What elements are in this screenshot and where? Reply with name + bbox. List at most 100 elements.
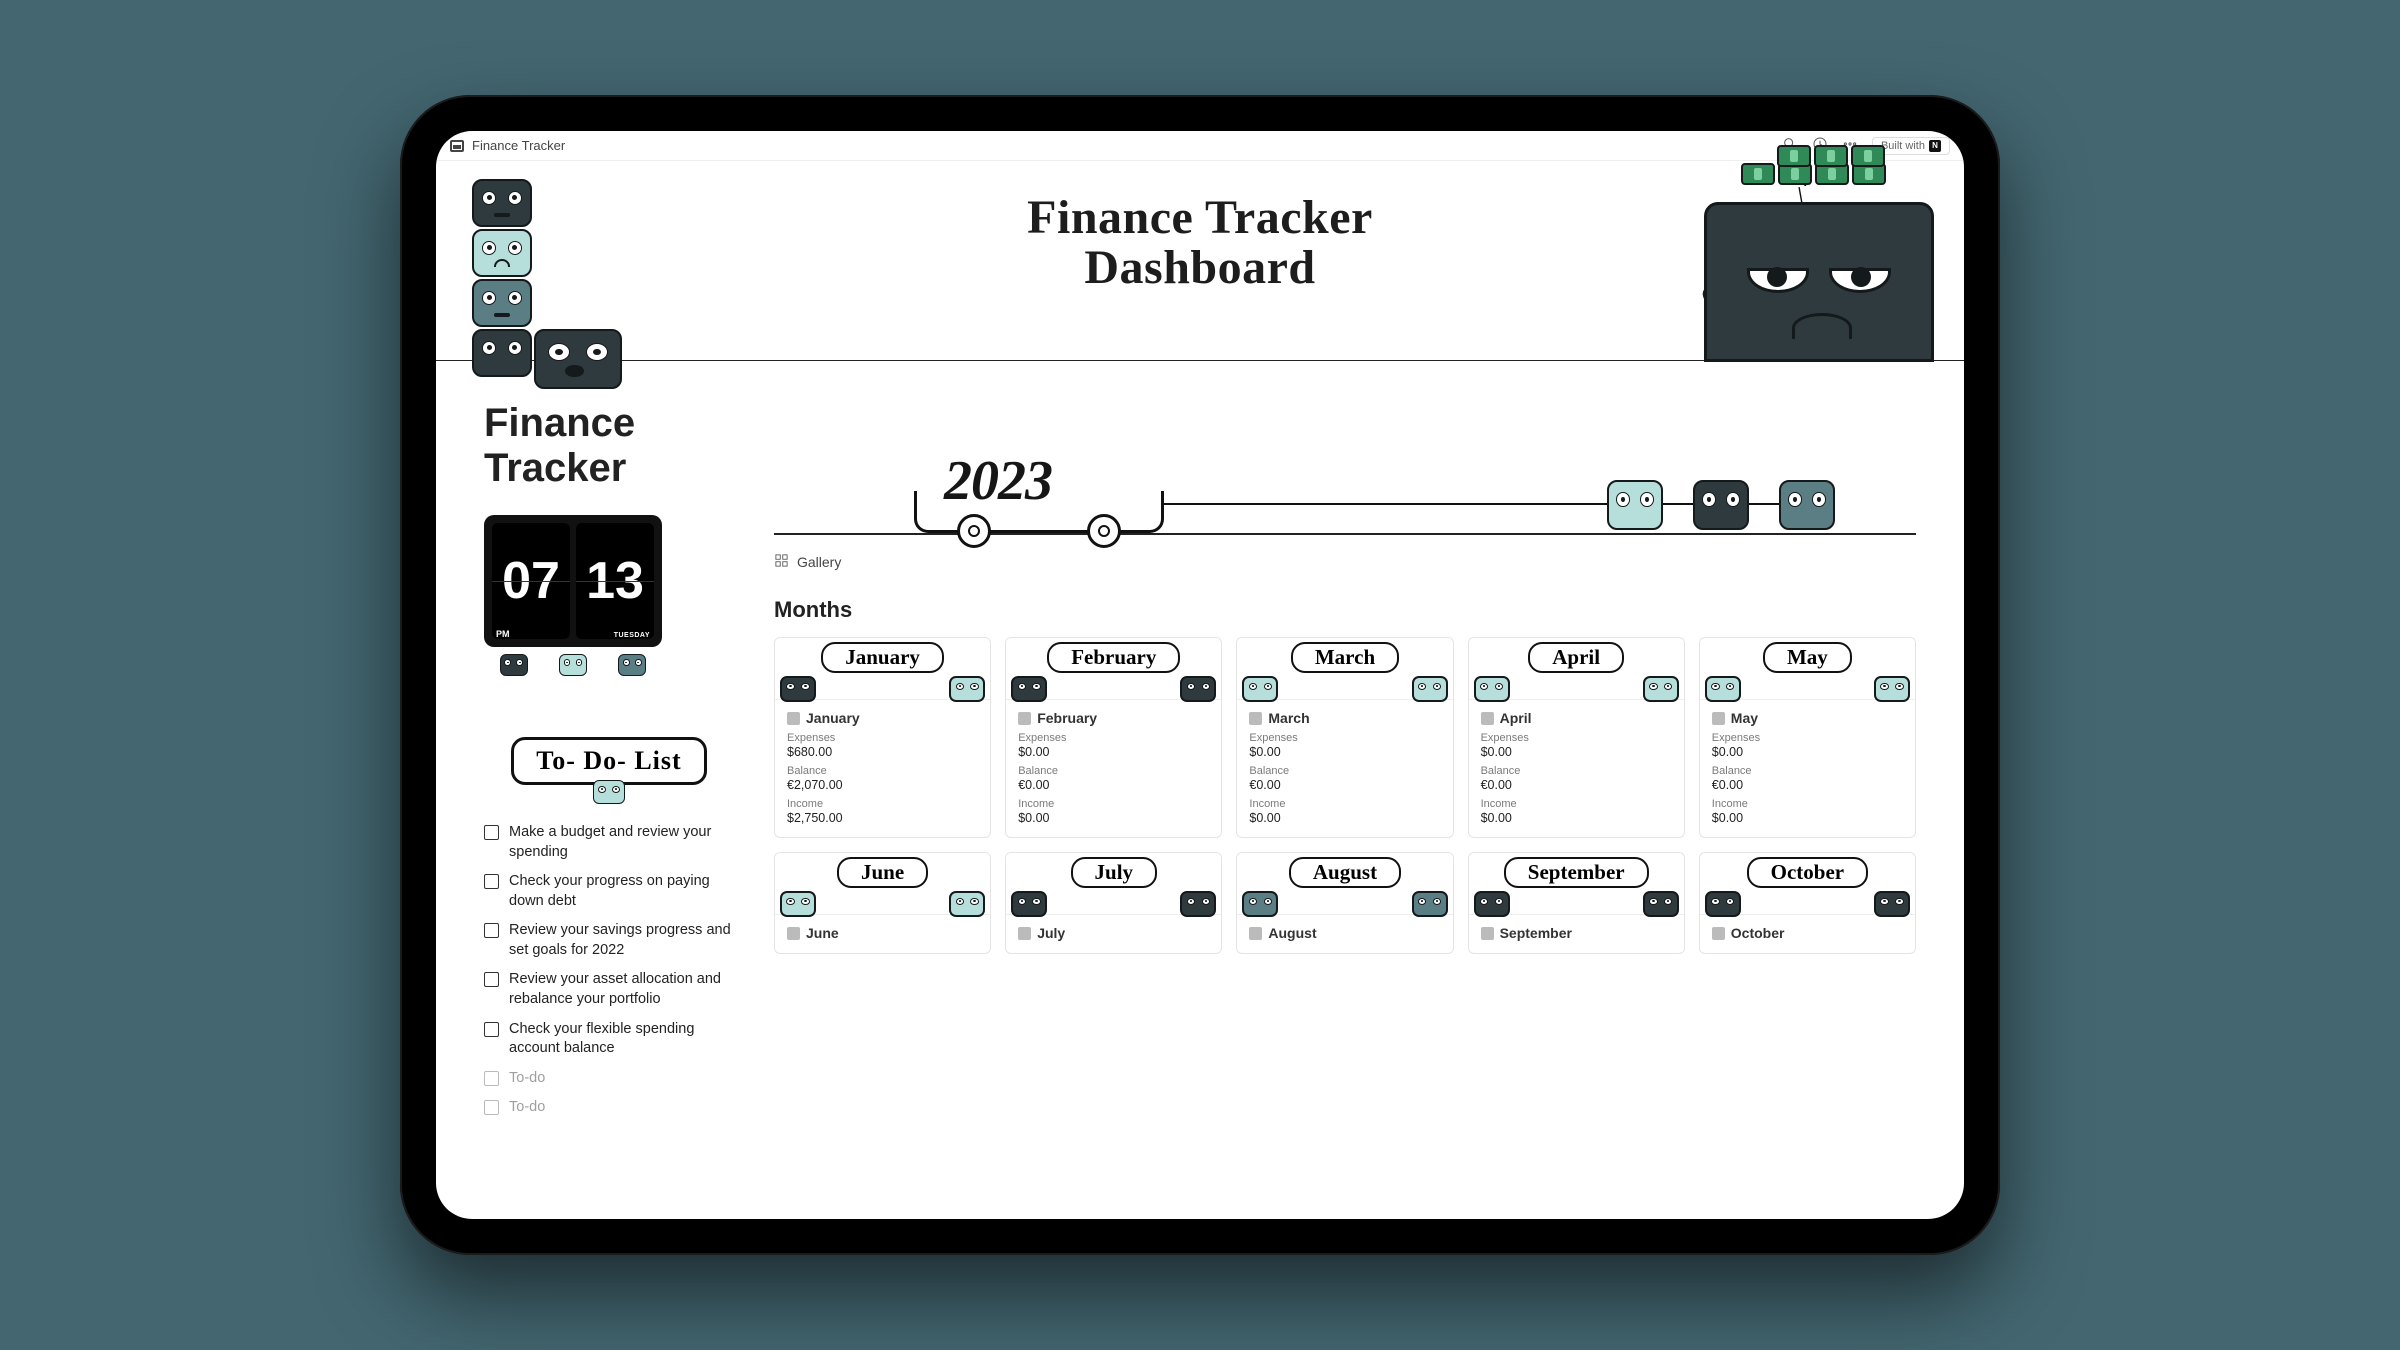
clock-minute: 13 (576, 523, 654, 639)
block-face-icon (472, 279, 532, 327)
todo-item[interactable]: To-do (484, 1069, 734, 1089)
checkbox[interactable] (484, 1071, 499, 1086)
field-value: $0.00 (1481, 745, 1672, 759)
hero-title-line2: Dashboard (1027, 243, 1373, 293)
month-card[interactable]: July July (1005, 852, 1222, 954)
month-card-body: October (1700, 915, 1915, 953)
month-card[interactable]: May May Expenses $0.00 Balance €0.00 Inc… (1699, 637, 1916, 838)
block-face-icon (559, 654, 587, 676)
checkbox[interactable] (484, 1022, 499, 1037)
block-face-icon (1412, 891, 1448, 917)
page-title: Finance Tracker (484, 401, 734, 491)
clock-decoration (484, 653, 662, 677)
month-card[interactable]: October October (1699, 852, 1916, 954)
month-card[interactable]: August August (1236, 852, 1453, 954)
page-icon (787, 927, 800, 940)
clock-hour: 07 (492, 523, 570, 639)
todo-item[interactable]: Check your progress on paying down debt (484, 872, 734, 911)
todo-item-text: Check your flexible spending account bal… (509, 1020, 734, 1059)
month-card[interactable]: February February Expenses $0.00 Balance… (1005, 637, 1222, 838)
hero-banner: Finance Tracker Dashboard (436, 161, 1964, 361)
month-card-header: March (1237, 638, 1452, 700)
wheel-icon (1087, 514, 1121, 548)
block-face-icon (1242, 676, 1278, 702)
month-card[interactable]: September September (1468, 852, 1685, 954)
field-label: Income (1249, 798, 1440, 810)
month-card-title[interactable]: September (1481, 925, 1672, 941)
topbar: Finance Tracker Built with N (436, 131, 1964, 161)
notion-logo-icon: N (1929, 140, 1941, 152)
months-grid-row2: June June July July August Augus (774, 852, 1916, 954)
block-face-icon (534, 329, 622, 389)
month-card-title[interactable]: January (787, 710, 978, 726)
block-face-icon (1412, 676, 1448, 702)
month-pill: August (1289, 857, 1401, 888)
checkbox[interactable] (484, 972, 499, 987)
month-card-title[interactable]: May (1712, 710, 1903, 726)
page-body: Finance Tracker 07 13 PM TUESDAY To- Do-… (436, 361, 1964, 1219)
month-card-title[interactable]: July (1018, 925, 1209, 941)
left-column: Finance Tracker 07 13 PM TUESDAY To- Do-… (484, 401, 734, 1219)
flip-clock-widget: 07 13 PM TUESDAY (484, 515, 662, 647)
checkbox[interactable] (484, 1100, 499, 1115)
month-card-body: January Expenses $680.00 Balance €2,070.… (775, 700, 990, 837)
todo-item-text: To-do (509, 1098, 545, 1118)
todo-item[interactable]: Review your asset allocation and rebalan… (484, 970, 734, 1009)
month-card-title[interactable]: March (1249, 710, 1440, 726)
checkbox[interactable] (484, 874, 499, 889)
field-label: Balance (787, 765, 978, 777)
cash-stack-icon (1777, 145, 1885, 167)
month-card[interactable]: April April Expenses $0.00 Balance €0.00… (1468, 637, 1685, 838)
pulling-characters (1606, 479, 1836, 531)
month-card-title[interactable]: October (1712, 925, 1903, 941)
field-value: $0.00 (1712, 811, 1903, 825)
field-label: Income (1481, 798, 1672, 810)
month-card-header: October (1700, 853, 1915, 915)
clock-ampm: PM (496, 629, 510, 639)
block-face-icon (1705, 891, 1741, 917)
section-months-heading: Months (774, 597, 1916, 623)
month-card-header: February (1006, 638, 1221, 700)
field-value: €0.00 (1018, 778, 1209, 792)
months-grid-row1: January January Expenses $680.00 Balance… (774, 637, 1916, 838)
month-card-title[interactable]: April (1481, 710, 1672, 726)
gallery-view-icon[interactable] (774, 553, 789, 571)
right-column: 2023 Gallery Months January (774, 401, 1916, 1219)
breadcrumb[interactable]: Finance Tracker (472, 138, 565, 153)
block-face-icon (1180, 891, 1216, 917)
block-face-icon (1705, 676, 1741, 702)
block-face-icon (1874, 676, 1910, 702)
month-pill: April (1528, 642, 1624, 673)
block-face-icon (949, 676, 985, 702)
wheel-icon (957, 514, 991, 548)
money-character (1704, 202, 1934, 362)
field-label: Expenses (1018, 732, 1209, 744)
month-pill: June (837, 857, 928, 888)
tab-gallery[interactable]: Gallery (797, 554, 841, 570)
month-card-body: August (1237, 915, 1452, 953)
page-icon (1018, 712, 1031, 725)
checkbox[interactable] (484, 923, 499, 938)
page-icon (450, 140, 464, 152)
big-block-face-icon (1704, 202, 1934, 362)
block-face-icon (472, 229, 532, 277)
month-card[interactable]: January January Expenses $680.00 Balance… (774, 637, 991, 838)
month-card-title[interactable]: February (1018, 710, 1209, 726)
todo-item[interactable]: Review your savings progress and set goa… (484, 921, 734, 960)
checkbox[interactable] (484, 825, 499, 840)
month-card-title[interactable]: June (787, 925, 978, 941)
month-faces (1237, 890, 1452, 918)
month-card[interactable]: June June (774, 852, 991, 954)
block-face-icon (500, 654, 528, 676)
built-with-label: Built with (1881, 140, 1925, 152)
todo-item[interactable]: To-do (484, 1098, 734, 1118)
page-icon (787, 712, 800, 725)
todo-item[interactable]: Check your flexible spending account bal… (484, 1020, 734, 1059)
month-card[interactable]: March March Expenses $0.00 Balance €0.00… (1236, 637, 1453, 838)
month-pill: October (1747, 857, 1868, 888)
todo-item[interactable]: Make a budget and review your spending (484, 823, 734, 862)
page-icon (1712, 927, 1725, 940)
todo-item-text: Review your savings progress and set goa… (509, 921, 734, 960)
month-card-title[interactable]: August (1249, 925, 1440, 941)
block-face-icon (472, 179, 532, 227)
